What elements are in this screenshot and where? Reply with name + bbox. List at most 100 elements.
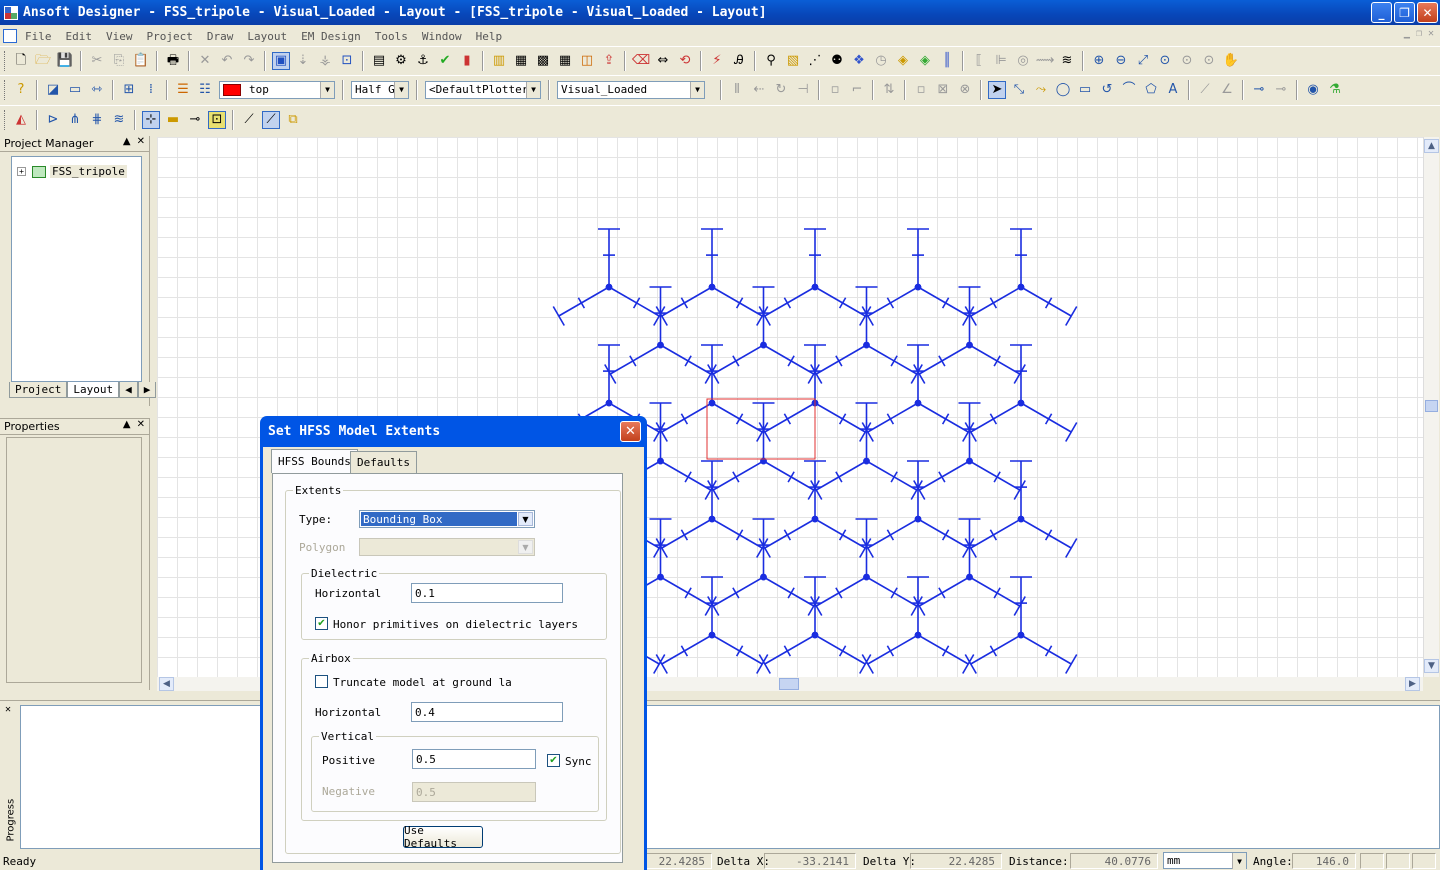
close-icon[interactable]: ✕ [137, 136, 145, 147]
grid-dots-icon[interactable]: ⁞ [142, 81, 160, 99]
tab-layout[interactable]: Layout [67, 382, 120, 398]
net-add-icon[interactable]: ⋔ [66, 111, 84, 129]
positive-input[interactable]: 0.5 [412, 749, 536, 769]
tab-defaults[interactable]: Defaults [350, 451, 417, 473]
pan-hand-icon[interactable]: ✋ [1222, 52, 1240, 70]
flip-icon[interactable]: ⫴ [728, 81, 746, 99]
wave-icon[interactable]: ≋ [110, 111, 128, 129]
truncate-ground-checkbox[interactable] [315, 675, 328, 688]
zoom-page-icon[interactable]: ⊡ [338, 52, 356, 70]
close-icon[interactable]: ✕ [137, 419, 145, 430]
mdi-minimize-icon[interactable]: ▁ [1404, 28, 1410, 39]
zoom-next-icon[interactable]: ⊙ [1200, 52, 1218, 70]
target-icon[interactable]: ◎ [1014, 52, 1032, 70]
arc-icon[interactable]: ↺ [1098, 81, 1116, 99]
line-icon[interactable]: ⌒ [1120, 81, 1138, 99]
net-icon[interactable]: ⚶ [316, 52, 334, 70]
rotate-icon[interactable]: ⟲ [676, 52, 694, 70]
tree-item-fss-tripole[interactable]: + FSS_tripole [17, 165, 127, 178]
dielectric-horizontal-input[interactable]: 0.1 [411, 583, 563, 603]
select-net-icon[interactable]: ⤡ [1010, 81, 1028, 99]
small-box-icon[interactable]: ▫ [912, 81, 930, 99]
scroll-up-icon[interactable]: ▲ [1424, 139, 1439, 153]
open-folder-icon[interactable]: 🗁 [34, 52, 52, 70]
snap-box-icon[interactable]: ▬ [164, 111, 182, 129]
mdi-restore-icon[interactable]: ❐ [1416, 28, 1422, 39]
circle-icon[interactable]: ◯ [1054, 81, 1072, 99]
component-icon[interactable]: ⚙ [392, 52, 410, 70]
zoom-in-icon[interactable]: ⊕ [1090, 52, 1108, 70]
zoom-area-icon[interactable]: ⤢ [1134, 52, 1152, 70]
eraser-icon[interactable]: ⌫ [632, 52, 650, 70]
bracket-icon[interactable]: ⟦ [970, 52, 988, 70]
vertical-scroll-thumb[interactable] [1425, 400, 1438, 412]
menu-view[interactable]: View [106, 30, 133, 43]
tab-hfss-bounds[interactable]: HFSS Bounds [271, 449, 358, 473]
plotter-select[interactable]: <DefaultPlotter> ▼ [425, 80, 541, 99]
measure-icon[interactable]: ⇿ [88, 81, 106, 99]
menu-project[interactable]: Project [147, 30, 193, 43]
snap-edge-icon[interactable]: ⊸ [186, 111, 204, 129]
move-icon[interactable]: ⇠ [750, 81, 768, 99]
dialog-close-button[interactable]: ✕ [620, 421, 641, 442]
close-button[interactable]: ✕ [1417, 2, 1438, 23]
menu-file[interactable]: File [25, 30, 52, 43]
units-select[interactable]: mm ▼ [1163, 852, 1247, 869]
snap-icon[interactable]: ⟿ [1036, 52, 1055, 70]
via-icon[interactable]: ◉ [1304, 81, 1322, 99]
layer-select[interactable]: top ▼ [219, 80, 335, 99]
zoom-prev-icon[interactable]: ⊙ [1178, 52, 1196, 70]
export-icon[interactable]: ⇪ [600, 52, 618, 70]
corner-icon[interactable]: ⌐ [848, 81, 866, 99]
stack-3d-icon[interactable]: ❖ [850, 52, 868, 70]
copy-icon[interactable]: ⎘ [110, 52, 128, 70]
pin-icon[interactable]: ⊸ [1250, 81, 1268, 99]
dim-angle-icon[interactable]: ∠ [1218, 81, 1236, 99]
scroll-left-icon[interactable]: ◀ [159, 677, 174, 691]
mirror-icon[interactable]: ⇔ [654, 52, 672, 70]
delete-icon[interactable]: ✕ [196, 52, 214, 70]
design-select[interactable]: Visual_Loaded ▼ [557, 80, 705, 99]
menu-layout[interactable]: Layout [247, 30, 287, 43]
validate-icon[interactable]: ⇣ [294, 52, 312, 70]
select-mode-icon[interactable]: ▣ [272, 51, 290, 70]
layer-edit-icon[interactable]: ☷ [196, 81, 214, 99]
port-icon[interactable]: ◫ [578, 52, 596, 70]
box-icon[interactable]: ▫ [826, 81, 844, 99]
tab-scroll-right[interactable]: ▶ [137, 382, 157, 398]
help-icon[interactable]: ? [12, 81, 30, 99]
mdi-close-icon[interactable]: ✕ [1428, 28, 1434, 39]
paste-icon[interactable]: 📋 [132, 52, 150, 70]
no-select-icon[interactable]: ⊠ [934, 81, 952, 99]
tab-project[interactable]: Project [9, 382, 68, 398]
group-icon[interactable]: ⚉ [828, 52, 846, 70]
plot-icon[interactable]: ≋ [1058, 52, 1076, 70]
bars-icon[interactable]: ║ [938, 52, 956, 70]
menu-draw[interactable]: Draw [207, 30, 234, 43]
ruler-icon[interactable]: ▭ [66, 81, 84, 99]
print-icon[interactable]: 🖶 [164, 52, 182, 70]
layer-icon[interactable]: ▥ [490, 52, 508, 70]
text-tool-icon[interactable]: A [1164, 81, 1182, 99]
expand-icon[interactable]: + [17, 167, 26, 176]
layer-stack-icon[interactable]: ☰ [174, 81, 192, 99]
stack-icon[interactable]: ▦ [512, 52, 530, 70]
horizontal-scroll-thumb[interactable] [779, 678, 799, 690]
close-icon[interactable]: ✕ [5, 704, 11, 715]
highlight-icon[interactable]: ▧ [784, 52, 802, 70]
trace-icon[interactable]: ⋰ [806, 52, 824, 70]
sync-checkbox[interactable]: ✔ [547, 754, 560, 767]
port-add-icon[interactable]: ⊳ [44, 111, 62, 129]
rectangle-icon[interactable]: ▭ [1076, 81, 1094, 99]
stretch-icon[interactable]: ⇅ [880, 81, 898, 99]
layout-view-icon[interactable]: ◪ [44, 81, 62, 99]
select-trace-icon[interactable]: ⤳ [1032, 81, 1050, 99]
layers-icon[interactable]: ◈ [894, 52, 912, 70]
scroll-down-icon[interactable]: ▼ [1424, 659, 1439, 673]
collapse-icon[interactable]: ▲ [123, 136, 131, 147]
rotate-obj-icon[interactable]: ↻ [772, 81, 790, 99]
snap-center-icon[interactable]: ⊡ [208, 110, 226, 129]
model-icon[interactable]: ⚓ [414, 52, 432, 70]
snap-overlap-icon[interactable]: ⧉ [284, 111, 302, 129]
dialog-title-bar[interactable]: Set HFSS Model Extents ✕ [263, 416, 644, 447]
